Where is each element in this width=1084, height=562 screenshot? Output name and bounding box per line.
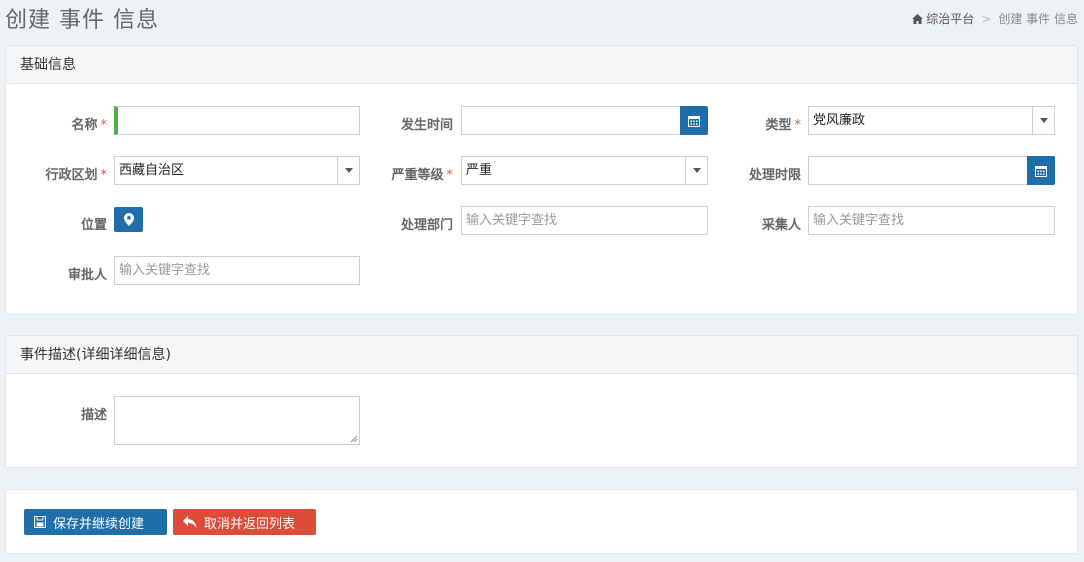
save-button-label: 保存并继续创建: [53, 516, 145, 532]
basic-info-panel: 基础信息 名称 * 发生时间 类型 * 党风廉政 行政区划 * 西藏自治区 严重等级 *…: [5, 45, 1078, 315]
page-title: 创建 事件 信息: [5, 8, 159, 33]
calendar-icon: [1035, 165, 1047, 177]
cancel-button-label: 取消并返回列表: [204, 516, 296, 532]
region-required-mark: *: [100, 168, 108, 183]
region-select[interactable]: 西藏自治区: [114, 156, 360, 185]
resize-grip-icon[interactable]: [350, 435, 358, 443]
basic-info-title: 基础信息: [6, 46, 1077, 84]
location-label: 位置: [80, 218, 107, 233]
type-select-value: 党风廉政: [813, 113, 866, 128]
type-select-toggle[interactable]: [1032, 107, 1054, 134]
deadline-calendar-button[interactable]: [1027, 156, 1055, 185]
map-marker-icon: [123, 213, 134, 226]
severity-required-mark: *: [446, 168, 454, 183]
dept-input[interactable]: 输入关键字查找: [461, 206, 708, 235]
deadline-label: 处理时限: [748, 168, 801, 183]
severity-label: 严重等级 *: [391, 164, 453, 183]
region-select-value: 西藏自治区: [119, 163, 185, 178]
description-panel: 事件描述(详细详细信息) 描述: [5, 335, 1078, 468]
desc-textarea[interactable]: [114, 396, 360, 445]
severity-select[interactable]: 严重: [461, 156, 708, 185]
save-and-continue-button[interactable]: 保存并继续创建: [24, 509, 167, 535]
type-select[interactable]: 党风廉政: [808, 106, 1055, 135]
reply-arrow-icon: [183, 516, 197, 528]
name-required-mark: *: [100, 118, 108, 133]
location-picker-button[interactable]: [114, 207, 143, 232]
severity-select-toggle[interactable]: [685, 157, 707, 184]
breadcrumb-home[interactable]: 综治平台: [912, 10, 974, 27]
region-select-toggle[interactable]: [337, 157, 359, 184]
type-label: 类型 *: [765, 114, 801, 133]
name-label-text: 名称: [71, 118, 98, 133]
severity-select-value: 严重: [466, 163, 493, 178]
floppy-disk-icon: [34, 516, 46, 528]
region-label-text: 行政区划: [45, 168, 98, 183]
collector-label: 采集人: [761, 218, 801, 233]
occur-time-input[interactable]: [461, 106, 681, 135]
type-required-mark: *: [794, 118, 802, 133]
name-label: 名称 *: [71, 114, 107, 133]
desc-label: 描述: [80, 408, 107, 423]
breadcrumb-separator: >: [981, 11, 992, 26]
severity-label-text: 严重等级: [391, 168, 444, 183]
approver-input[interactable]: 输入关键字查找: [114, 256, 360, 285]
cancel-and-return-button[interactable]: 取消并返回列表: [173, 509, 316, 535]
name-input[interactable]: [114, 106, 360, 135]
description-title: 事件描述(详细详细信息): [6, 336, 1077, 374]
dept-label: 处理部门: [400, 218, 453, 233]
approver-label: 审批人: [67, 268, 107, 283]
region-label: 行政区划 *: [45, 164, 107, 183]
deadline-input[interactable]: [808, 156, 1028, 185]
occur-time-calendar-button[interactable]: [680, 106, 708, 135]
actions-panel: 保存并继续创建 取消并返回列表: [5, 489, 1078, 554]
breadcrumb-current: 创建 事件 信息: [998, 12, 1078, 26]
chevron-down-icon: [693, 168, 701, 173]
occur-time-label: 发生时间: [400, 118, 453, 133]
home-icon: [912, 13, 924, 24]
collector-input[interactable]: 输入关键字查找: [808, 206, 1055, 235]
breadcrumb-home-label: 综治平台: [926, 12, 975, 26]
chevron-down-icon: [1040, 118, 1048, 123]
calendar-icon: [688, 115, 700, 127]
type-label-text: 类型: [765, 118, 792, 133]
chevron-down-icon: [345, 168, 353, 173]
breadcrumb: 综治平台 > 创建 事件 信息: [912, 10, 1078, 27]
